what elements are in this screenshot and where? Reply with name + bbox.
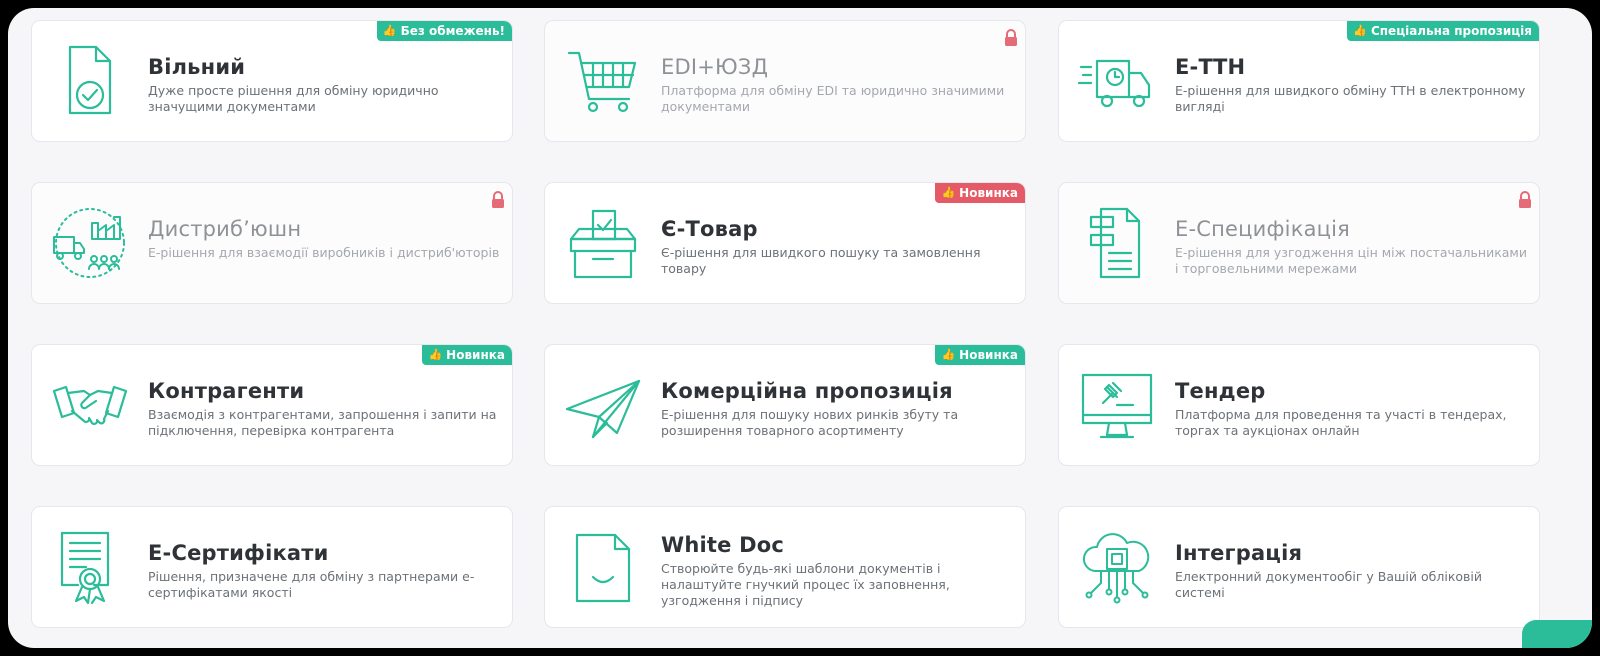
certificate-icon [50,527,130,607]
lock-icon [490,191,506,209]
thumbs-up-icon: 👍 [941,348,956,361]
card-title: Інтеграція [1175,541,1303,565]
chat-button[interactable] [1522,620,1592,648]
card-title: Дистриб’юшн [148,217,302,241]
card-title: Е-Сертифікати [148,541,329,565]
card-e-ttn[interactable]: Е-ТТН Е-рішення для швидкого обміну ТТН … [1058,20,1540,142]
card-white-doc[interactable]: White Doc Створюйте будь-які шаблони док… [544,506,1026,628]
card-title: Є-Товар [661,217,758,241]
card-title: EDI+ЮЗД [661,55,769,79]
card-description: Взаємодія з контрагентами, запрошення і … [148,407,497,438]
status-badge: 👍 Спеціальна пропозиція [1347,21,1539,41]
card-e-specification[interactable]: Е-Специфікація Е-рішення для узгодження … [1058,182,1540,304]
card-e-certificates[interactable]: Е-Сертифікати Рішення, призначене для об… [31,506,513,628]
card-title: Контрагенти [148,379,305,403]
shopping-cart-icon [563,41,643,121]
card-title: Е-ТТН [1175,55,1246,79]
card-title: Е-Специфікація [1175,217,1351,241]
specification-document-icon [1077,203,1157,283]
thumbs-up-icon: 👍 [428,348,443,361]
card-integration[interactable]: Інтеграція Електронний документообіг у В… [1058,506,1540,628]
paper-plane-icon [563,365,643,445]
card-title: Вільний [148,55,246,79]
card-title: Тендер [1175,379,1266,403]
card-commercial-offer[interactable]: Комерційна пропозиція Е-рішення для пошу… [544,344,1026,466]
card-description: Е-рішення для узгодження цін між постача… [1175,245,1527,276]
card-e-tovar[interactable]: Є-Товар Є-рішення для швидкого пошуку та… [544,182,1026,304]
card-description: Рішення, призначене для обміну з партнер… [148,569,475,600]
document-check-icon [50,41,130,121]
thumbs-up-icon: 👍 [941,186,956,199]
status-badge: 👍 Новинка [935,183,1025,203]
card-title: Комерційна пропозиція [661,379,953,403]
card-kontragenty[interactable]: Контрагенти Взаємодія з контрагентами, з… [31,344,513,466]
card-description: Е-рішення для взаємодії виробників і дис… [148,245,500,260]
services-grid: Вільний Дуже просте рішення для обміну ю… [8,8,1592,648]
card-title: White Doc [661,533,785,557]
card-description: Створюйте будь-які шаблони документів і … [661,561,950,608]
delivery-truck-icon [1077,41,1157,121]
card-distribution[interactable]: Дистриб’юшн Е-рішення для взаємодії виро… [31,182,513,304]
status-badge: 👍 Без обмежень! [376,21,512,41]
card-description: Платформа для обміну EDI та юридично зна… [661,83,1005,114]
handshake-icon [50,365,130,445]
card-description: Електронний документообіг у Вашій обліко… [1175,569,1482,600]
status-badge: 👍 Новинка [422,345,512,365]
monitor-gavel-icon [1077,365,1157,445]
card-vilnyi[interactable]: Вільний Дуже просте рішення для обміну ю… [31,20,513,142]
thumbs-up-icon: 👍 [1353,24,1367,37]
distribution-icon [50,203,130,283]
card-edi[interactable]: EDI+ЮЗД Платформа для обміну EDI та юрид… [544,20,1026,142]
smile-document-icon [563,527,643,607]
thumbs-up-icon: 👍 [382,24,397,37]
cloud-chip-icon [1077,527,1157,607]
card-description: Платформа для проведення та участі в тен… [1175,407,1507,438]
card-description: Дуже просте рішення для обміну юридично … [148,83,439,114]
card-description: Е-рішення для швидкого обміну ТТН в елек… [1175,83,1526,114]
product-box-icon [563,203,643,283]
status-badge: 👍 Новинка [935,345,1025,365]
card-description: Е-рішення для пошуку нових ринків збуту … [661,407,959,438]
lock-icon [1517,191,1533,209]
lock-icon [1003,29,1019,47]
card-description: Є-рішення для швидкого пошуку та замовле… [661,245,981,276]
card-tender[interactable]: Тендер Платформа для проведення та участ… [1058,344,1540,466]
